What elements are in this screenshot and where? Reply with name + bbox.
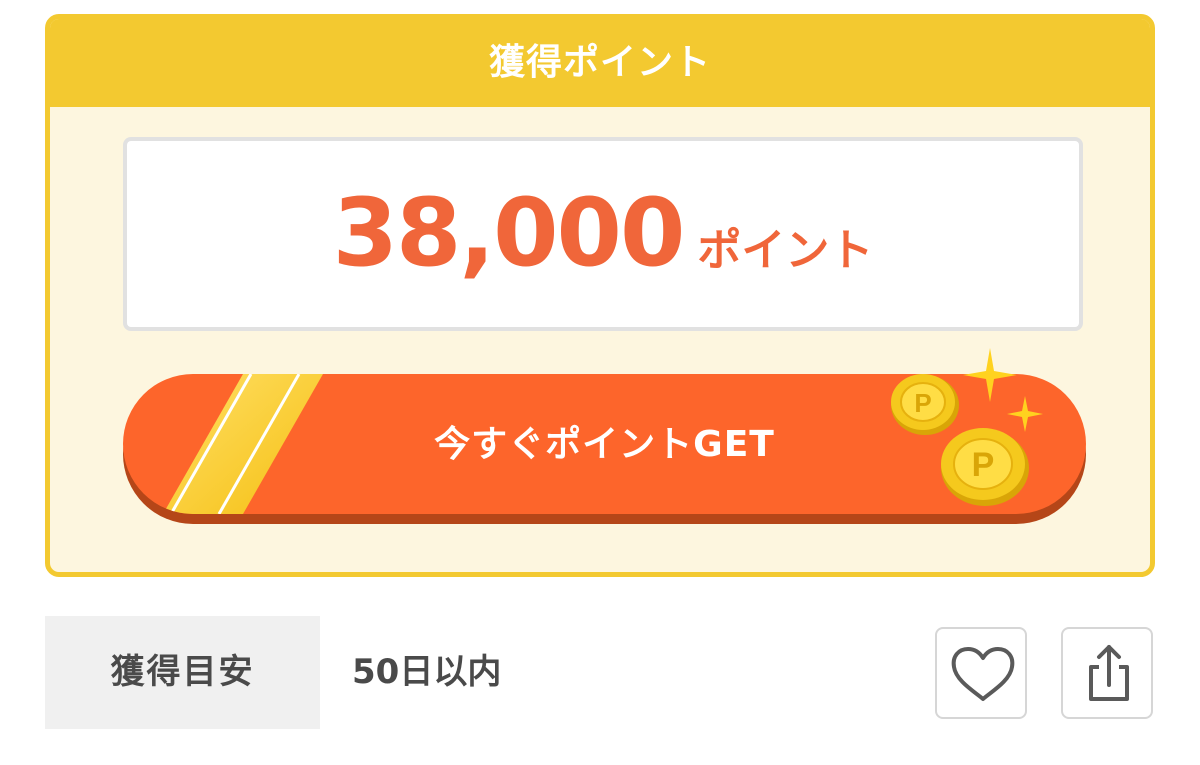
points-display: 38,000 ポイント	[123, 137, 1083, 331]
heart-icon	[951, 647, 1015, 701]
estimate-label: 獲得目安	[45, 616, 320, 729]
points-unit: ポイント	[697, 225, 874, 276]
card-title: 獲得ポイント	[50, 19, 1150, 107]
share-button[interactable]	[1061, 627, 1153, 719]
coin-letter: P	[914, 388, 931, 418]
points-value: 38,000	[332, 179, 686, 288]
coin-icon: P	[941, 428, 1029, 506]
share-icon	[1089, 645, 1129, 701]
favorite-button[interactable]	[935, 627, 1027, 719]
sparkle-icon	[1007, 396, 1043, 432]
points-card: 獲得ポイント 38,000 ポイント 今すぐポイントGET P P	[45, 14, 1155, 577]
sparkle-icon	[963, 348, 1017, 402]
coin-letter: P	[972, 446, 995, 484]
get-points-button[interactable]: 今すぐポイントGET P P	[123, 348, 1086, 524]
estimate-value: 50日以内	[352, 652, 502, 692]
